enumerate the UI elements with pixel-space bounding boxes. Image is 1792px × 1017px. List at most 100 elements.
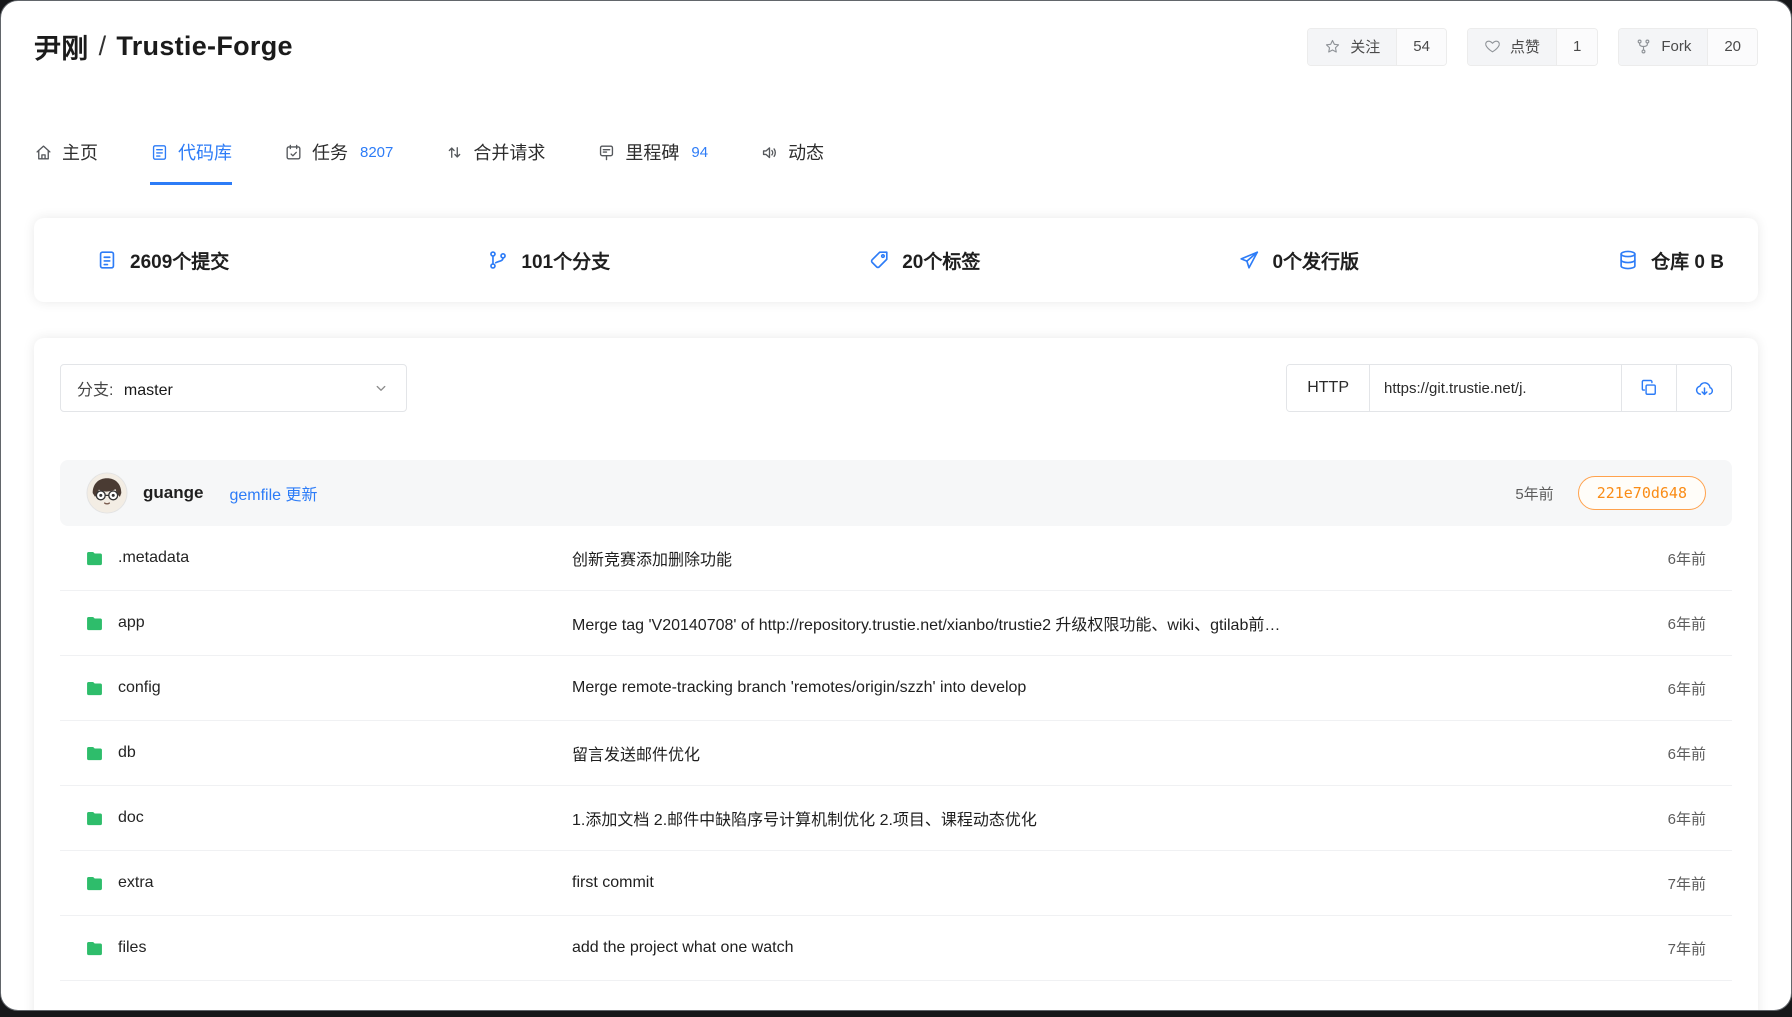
repo-page: 尹刚 / Trustie-Forge 关注 54 <box>1 1 1791 1011</box>
file-commit-time: 6年前 <box>1616 808 1706 829</box>
file-row[interactable]: extra first commit 7年前 <box>60 851 1732 916</box>
folder-icon <box>84 548 105 569</box>
file-commit-message[interactable]: add the project what one watch <box>572 939 1616 957</box>
stat-releases[interactable]: 0个发行版 <box>1238 247 1359 274</box>
repo-link[interactable]: Trustie-Forge <box>116 31 292 62</box>
file-name: config <box>118 679 161 697</box>
file-commit-message[interactable]: Merge tag 'V20140708' of http://reposito… <box>572 611 1616 635</box>
file-row[interactable]: config Merge remote-tracking branch 'rem… <box>60 656 1732 721</box>
tab-merge-requests-label: 合并请求 <box>473 139 545 165</box>
fork-count[interactable]: 20 <box>1707 29 1757 65</box>
latest-commit-bar: guange gemfile 更新 5年前 221e70d648 <box>60 460 1732 526</box>
file-name: extra <box>118 874 154 892</box>
branch-label: 分支: <box>77 382 113 399</box>
file-name-cell[interactable]: doc <box>84 808 572 829</box>
file-row[interactable]: db 留言发送邮件优化 6年前 <box>60 721 1732 786</box>
file-name: doc <box>118 809 144 827</box>
stat-repo-size-label: 仓库 0 B <box>1651 247 1724 274</box>
file-commit-message[interactable]: first commit <box>572 874 1616 892</box>
release-icon <box>1238 249 1260 271</box>
file-commit-message[interactable]: Merge remote-tracking branch 'remotes/or… <box>572 679 1616 697</box>
file-name: files <box>118 939 146 957</box>
download-button[interactable] <box>1676 365 1731 411</box>
watch-button[interactable]: 关注 54 <box>1307 28 1447 66</box>
repo-tabs: 主页 代码库 任务 8207 合并请求 <box>34 139 1758 185</box>
copy-icon <box>1639 378 1659 398</box>
code-browser-card: 分支: master HTTP https://git.trustie.net/… <box>34 338 1758 1011</box>
merge-request-icon <box>445 143 464 162</box>
watch-label: 关注 <box>1350 36 1380 57</box>
file-name-cell[interactable]: db <box>84 743 572 764</box>
tab-activity-label: 动态 <box>788 139 824 165</box>
file-commit-time: 7年前 <box>1616 938 1706 959</box>
tab-home[interactable]: 主页 <box>34 139 98 185</box>
commit-author[interactable]: guange <box>143 483 203 503</box>
fork-button-main: Fork <box>1619 29 1707 65</box>
tab-activity[interactable]: 动态 <box>760 139 824 185</box>
code-toolbar: 分支: master HTTP https://git.trustie.net/… <box>60 364 1732 412</box>
milestone-icon <box>597 143 616 162</box>
copy-url-button[interactable] <box>1621 365 1676 411</box>
repo-stats-bar: 2609个提交 101个分支 20个标签 0个发行版 <box>34 218 1758 302</box>
file-name-cell[interactable]: config <box>84 678 572 699</box>
file-name-cell[interactable]: .metadata <box>84 548 572 569</box>
home-icon <box>34 143 53 162</box>
branch-value: master <box>124 382 173 399</box>
watch-button-main: 关注 <box>1308 29 1396 65</box>
file-name-cell[interactable]: files <box>84 938 572 959</box>
star-icon <box>1324 38 1341 55</box>
commit-hash-badge[interactable]: 221e70d648 <box>1578 476 1706 510</box>
branch-icon <box>487 249 509 271</box>
file-row[interactable]: .metadata 创新竞赛添加删除功能 6年前 <box>60 526 1732 591</box>
stat-tags[interactable]: 20个标签 <box>868 247 980 274</box>
folder-icon <box>84 678 105 699</box>
database-icon <box>1617 249 1639 271</box>
file-name-cell[interactable]: app <box>84 613 572 634</box>
commit-message-link[interactable]: gemfile 更新 <box>229 481 317 505</box>
fork-icon <box>1635 38 1652 55</box>
protocol-button[interactable]: HTTP <box>1287 365 1369 411</box>
file-commit-message[interactable]: 留言发送邮件优化 <box>572 741 1616 765</box>
tab-code[interactable]: 代码库 <box>150 139 232 185</box>
stat-repo-size[interactable]: 仓库 0 B <box>1617 247 1724 274</box>
file-row[interactable]: files add the project what one watch 7年前 <box>60 916 1732 981</box>
folder-icon <box>84 808 105 829</box>
milestones-count-badge: 94 <box>691 144 708 161</box>
stat-branches[interactable]: 101个分支 <box>487 247 610 274</box>
author-avatar[interactable] <box>86 472 128 514</box>
file-name: app <box>118 614 145 632</box>
tab-milestones-label: 里程碑 <box>625 139 679 165</box>
file-name-cell[interactable]: extra <box>84 873 572 894</box>
stat-commits[interactable]: 2609个提交 <box>96 247 229 274</box>
fork-button[interactable]: Fork 20 <box>1618 28 1758 66</box>
fork-label: Fork <box>1661 38 1691 55</box>
file-list: .metadata 创新竞赛添加删除功能 6年前 app Merge tag '… <box>60 526 1732 1011</box>
file-commit-time: 6年前 <box>1616 678 1706 699</box>
stat-tags-label: 20个标签 <box>902 247 980 274</box>
tab-tasks[interactable]: 任务 8207 <box>284 139 393 185</box>
stat-releases-label: 0个发行版 <box>1272 247 1359 274</box>
file-commit-message[interactable]: 1.添加文档 2.邮件中缺陷序号计算机制优化 2.项目、课程动态优化 <box>572 806 1616 830</box>
file-row[interactable]: app Merge tag 'V20140708' of http://repo… <box>60 591 1732 656</box>
praise-button[interactable]: 点赞 1 <box>1467 28 1598 66</box>
tab-merge-requests[interactable]: 合并请求 <box>445 139 545 185</box>
owner-link[interactable]: 尹刚 <box>34 27 89 66</box>
watch-count[interactable]: 54 <box>1396 29 1446 65</box>
tab-code-label: 代码库 <box>178 139 232 165</box>
praise-label: 点赞 <box>1510 36 1540 57</box>
file-row[interactable]: doc 1.添加文档 2.邮件中缺陷序号计算机制优化 2.项目、课程动态优化 6… <box>60 786 1732 851</box>
activity-speaker-icon <box>760 143 779 162</box>
stat-branches-label: 101个分支 <box>521 247 610 274</box>
clone-url-field[interactable]: https://git.trustie.net/j. <box>1369 365 1621 411</box>
praise-count[interactable]: 1 <box>1556 29 1597 65</box>
stat-commits-label: 2609个提交 <box>130 247 229 274</box>
file-name: db <box>118 744 136 762</box>
file-commit-message[interactable]: 创新竞赛添加删除功能 <box>572 546 1616 570</box>
tab-home-label: 主页 <box>62 139 98 165</box>
commit-time: 5年前 <box>1515 483 1553 504</box>
tag-icon <box>868 249 890 271</box>
tab-milestones[interactable]: 里程碑 94 <box>597 139 708 185</box>
file-name: .metadata <box>118 549 189 567</box>
branch-selector[interactable]: 分支: master <box>60 364 407 412</box>
file-commit-time: 6年前 <box>1616 548 1706 569</box>
